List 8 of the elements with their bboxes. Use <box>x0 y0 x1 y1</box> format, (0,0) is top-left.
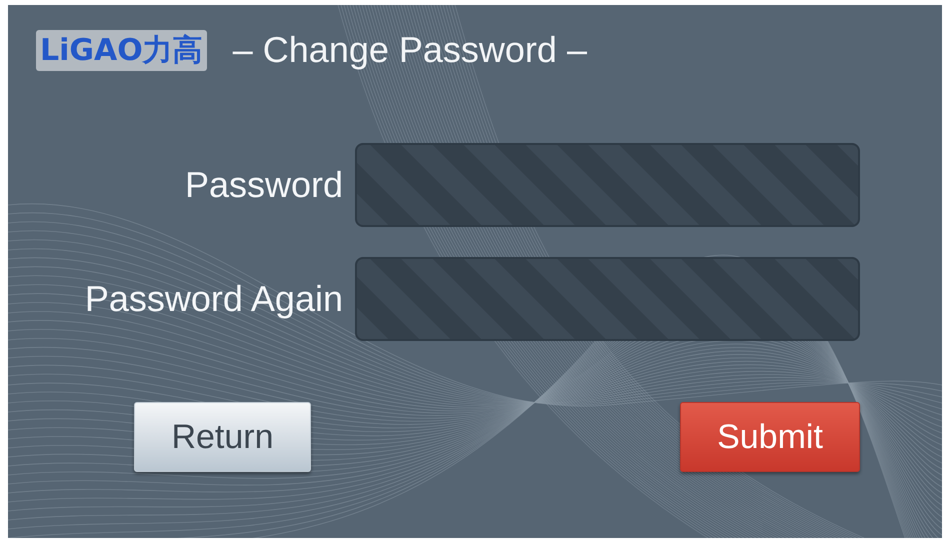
logo: LiGAO力高 <box>36 30 207 70</box>
password-field[interactable] <box>355 257 860 341</box>
field-label: Password <box>184 164 343 206</box>
return-button[interactable]: Return <box>134 402 311 472</box>
password-field[interactable] <box>355 143 860 227</box>
page-title: – Change Password – <box>232 29 587 71</box>
field-label: Password Again <box>84 278 343 320</box>
submit-button[interactable]: Submit <box>680 402 860 472</box>
